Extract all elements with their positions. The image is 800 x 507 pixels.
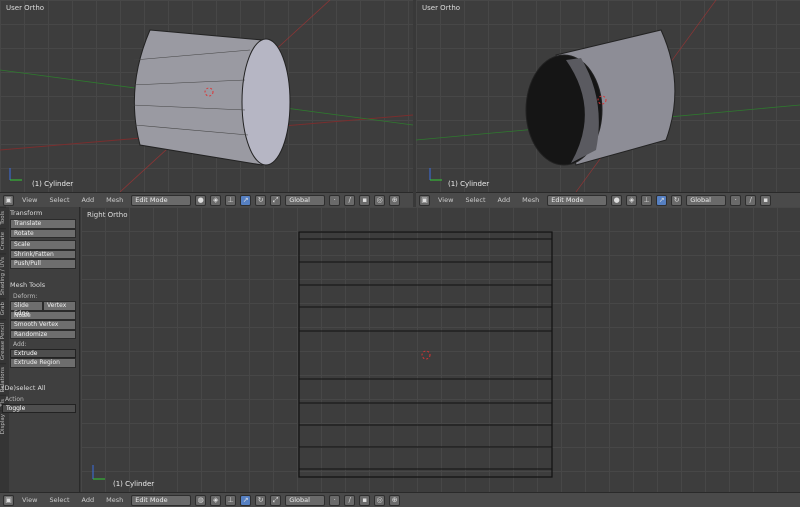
active-object-label: (1) Cylinder bbox=[113, 480, 155, 488]
action-select[interactable]: Toggle bbox=[2, 404, 76, 413]
menu-mesh[interactable]: Mesh bbox=[102, 496, 127, 504]
menu-select[interactable]: Select bbox=[461, 196, 489, 204]
smooth-vertex-button[interactable]: Smooth Vertex bbox=[10, 320, 76, 330]
edge-select-icon[interactable]: / bbox=[344, 194, 356, 206]
editor-type-icon[interactable]: ▣ bbox=[419, 194, 430, 206]
tab-create[interactable]: Create bbox=[0, 227, 6, 253]
noise-button[interactable]: Noise bbox=[10, 310, 76, 320]
rotate-icon[interactable]: ↻ bbox=[671, 194, 683, 206]
operator-panel-title[interactable]: (De)select All bbox=[2, 384, 76, 394]
editor-type-icon[interactable]: ▣ bbox=[3, 194, 14, 206]
tab-grease-pencil[interactable]: Grease Pencil bbox=[0, 318, 6, 363]
translate-icon[interactable]: ↗ bbox=[656, 194, 668, 206]
orientation-select[interactable]: Global bbox=[285, 194, 326, 206]
cylinder-side-view bbox=[92, 231, 553, 480]
proportional-edit-icon[interactable]: ◎ bbox=[374, 194, 386, 206]
shading-icon[interactable]: ◍ bbox=[195, 494, 207, 506]
slide-vertex-button[interactable]: Vertex bbox=[43, 301, 76, 311]
pivot-icon[interactable]: ◈ bbox=[626, 194, 638, 206]
mode-select[interactable]: Edit Mode bbox=[131, 194, 192, 206]
viewport-header-bottom: ▣ View Select Add Mesh Edit Mode ◍ ◈ ⊥ ↗… bbox=[0, 492, 800, 507]
translate-icon[interactable]: ↗ bbox=[240, 194, 252, 206]
tab-grab[interactable]: Grab bbox=[0, 298, 6, 319]
viewport-top-right[interactable]: User Ortho (1) Cylinder bbox=[416, 0, 800, 192]
rotate-button[interactable]: Rotate bbox=[10, 228, 76, 238]
add-label: Add: bbox=[13, 341, 27, 348]
extrude-select[interactable]: Extrude bbox=[10, 349, 76, 358]
shading-icon[interactable]: ● bbox=[195, 194, 207, 206]
tab-tools[interactable]: Tools bbox=[0, 207, 6, 228]
mode-select[interactable]: Edit Mode bbox=[131, 494, 192, 506]
tool-shelf: Tools Create Shading / UVs Grab Grease P… bbox=[0, 207, 80, 492]
rotate-icon[interactable]: ↻ bbox=[255, 494, 267, 506]
menu-view[interactable]: View bbox=[18, 496, 41, 504]
shelf-tabs: Tools Create Shading / UVs Grab Grease P… bbox=[0, 207, 9, 492]
viewport-bottom[interactable]: Right Ortho (1) Cylinder bbox=[81, 207, 800, 492]
menu-view[interactable]: View bbox=[18, 196, 41, 204]
extrude-region-button[interactable]: Extrude Region bbox=[10, 358, 76, 368]
edge-select-icon[interactable]: / bbox=[344, 494, 356, 506]
scale-button[interactable]: Scale bbox=[10, 240, 76, 250]
snap-icon[interactable]: ⊕ bbox=[389, 194, 401, 206]
mesh-tools-panel-title[interactable]: Mesh Tools bbox=[10, 281, 76, 291]
viewport-header-right: ▣ View Select Add Mesh Edit Mode ● ◈ ⊥ ↗… bbox=[416, 192, 800, 207]
snap-icon[interactable]: ⊕ bbox=[389, 494, 401, 506]
menu-select[interactable]: Select bbox=[45, 196, 73, 204]
menu-add[interactable]: Add bbox=[494, 196, 515, 204]
menu-select[interactable]: Select bbox=[45, 496, 73, 504]
vertex-select-icon[interactable]: · bbox=[730, 194, 742, 206]
translate-icon[interactable]: ↗ bbox=[240, 494, 252, 506]
randomize-button[interactable]: Randomize bbox=[10, 329, 76, 339]
manipulator-icon[interactable]: ⊥ bbox=[225, 194, 237, 206]
mode-select[interactable]: Edit Mode bbox=[547, 194, 608, 206]
viewport-top-left[interactable]: User Ortho (1) Cylinder bbox=[0, 0, 413, 192]
face-select-icon[interactable]: ▪ bbox=[359, 194, 371, 206]
pivot-icon[interactable]: ◈ bbox=[210, 494, 222, 506]
scale-icon[interactable]: ⤢ bbox=[270, 494, 282, 506]
face-select-icon[interactable]: ▪ bbox=[359, 494, 371, 506]
menu-view[interactable]: View bbox=[434, 196, 457, 204]
orientation-select[interactable]: Global bbox=[285, 494, 326, 506]
pivot-icon[interactable]: ◈ bbox=[210, 194, 222, 206]
menu-add[interactable]: Add bbox=[78, 496, 99, 504]
tab-shading-uvs[interactable]: Shading / UVs bbox=[0, 252, 6, 299]
translate-button[interactable]: Translate bbox=[10, 219, 76, 229]
active-object-label: (1) Cylinder bbox=[32, 180, 74, 188]
menu-add[interactable]: Add bbox=[78, 196, 99, 204]
menu-mesh[interactable]: Mesh bbox=[518, 196, 543, 204]
push-pull-button[interactable]: Push/Pull bbox=[10, 259, 76, 269]
rotate-icon[interactable]: ↻ bbox=[255, 194, 267, 206]
editor-type-icon[interactable]: ▣ bbox=[3, 494, 14, 506]
viewport-header-left: ▣ View Select Add Mesh Edit Mode ● ◈ ⊥ ↗… bbox=[0, 192, 413, 207]
face-select-icon[interactable]: ▪ bbox=[760, 194, 772, 206]
vertex-select-icon[interactable]: · bbox=[329, 194, 341, 206]
orientation-select[interactable]: Global bbox=[686, 194, 727, 206]
deform-label: Deform: bbox=[13, 293, 38, 300]
shading-icon[interactable]: ● bbox=[611, 194, 623, 206]
manipulator-icon[interactable]: ⊥ bbox=[641, 194, 653, 206]
active-object-label: (1) Cylinder bbox=[448, 180, 490, 188]
tab-display[interactable]: Display bbox=[0, 409, 6, 438]
transform-panel-title[interactable]: Transform bbox=[10, 209, 76, 219]
slide-edge-button[interactable]: Slide Edge bbox=[10, 301, 43, 317]
scale-icon[interactable]: ⤢ bbox=[270, 194, 282, 206]
manipulator-icon[interactable]: ⊥ bbox=[225, 494, 237, 506]
action-label: Action bbox=[5, 396, 24, 403]
cylinder-mesh bbox=[0, 0, 413, 192]
proportional-edit-icon[interactable]: ◎ bbox=[374, 494, 386, 506]
shrink-fatten-button[interactable]: Shrink/Fatten bbox=[10, 249, 76, 259]
cylinder-mesh bbox=[416, 0, 800, 192]
menu-mesh[interactable]: Mesh bbox=[102, 196, 127, 204]
vertex-select-icon[interactable]: · bbox=[329, 494, 341, 506]
edge-select-icon[interactable]: / bbox=[745, 194, 757, 206]
